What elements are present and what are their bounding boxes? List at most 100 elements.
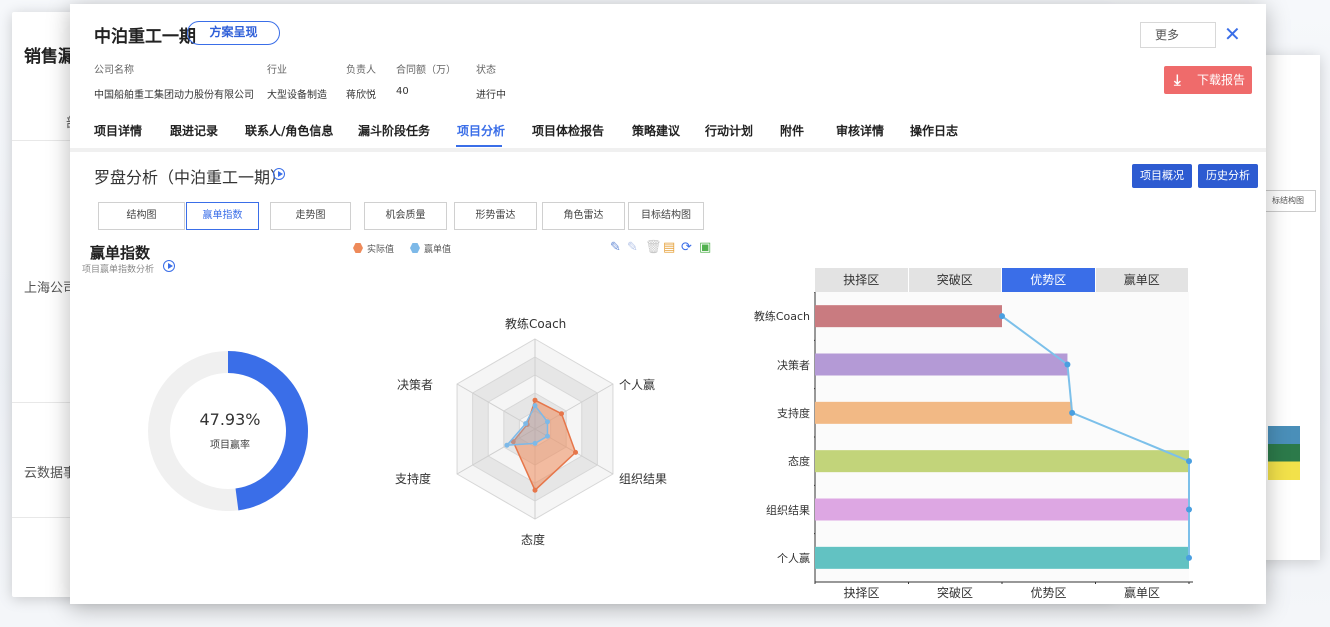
radar-axis-label: 态度 <box>521 533 546 547</box>
zone-header[interactable]: 抉择区 <box>815 268 908 292</box>
radar-point <box>532 440 538 446</box>
tab-project-detail[interactable]: 项目详情 <box>94 122 142 139</box>
bg-right-thumbnail <box>1268 426 1300 480</box>
info-value-status: 进行中 <box>476 90 506 101</box>
legend-win-label: 赢单值 <box>424 245 452 255</box>
download-label: 下载报告 <box>1197 73 1246 87</box>
tab-contacts[interactable]: 联系人/角色信息 <box>245 122 333 139</box>
tab-strategy[interactable]: 策略建议 <box>632 122 680 139</box>
legend-win[interactable]: 赢单值 <box>410 242 451 255</box>
bar-category-label: 态度 <box>788 455 810 469</box>
bg-divider <box>12 140 72 141</box>
win-rate-label: 项目赢率 <box>210 440 250 451</box>
subtab-structure[interactable]: 结构图 <box>98 202 185 230</box>
radar-point <box>532 403 538 409</box>
bar-category-label: 个人赢 <box>777 551 810 565</box>
info-value-contract: 40 <box>396 86 409 97</box>
zone-header[interactable]: 优势区 <box>1002 268 1095 292</box>
bar-2 <box>815 353 1068 376</box>
bar-5 <box>815 498 1189 521</box>
legend-actual-label: 实际值 <box>367 245 395 255</box>
donut-win-arc <box>227 351 308 511</box>
overview-button[interactable]: 项目概况 <box>1132 164 1192 188</box>
win-index-subtitle: 项目赢单指数分析 <box>82 265 155 275</box>
win-rate-value: 47.93% <box>199 410 261 429</box>
history-button[interactable]: 历史分析 <box>1198 164 1258 188</box>
eraser-icon[interactable]: ✎ <box>627 240 638 255</box>
bar-trend-point <box>1069 409 1076 416</box>
more-button[interactable]: 更多 <box>1140 22 1216 48</box>
bar-trend-point <box>1186 458 1192 465</box>
section-title: 罗盘分析（中泊重工一期） <box>94 168 287 187</box>
tab-active-indicator <box>456 145 502 147</box>
subtab-role-radar[interactable]: 角色雷达 <box>542 202 625 230</box>
bar-trend-point <box>1064 361 1071 368</box>
tab-follow-up[interactable]: 跟进记录 <box>170 122 218 139</box>
tab-project-analysis[interactable]: 项目分析 <box>457 122 505 139</box>
trash-icon[interactable]: 🗑 <box>645 240 662 255</box>
radar-point <box>573 449 579 455</box>
doc-icon[interactable]: ▤ <box>663 240 675 255</box>
radar-axis-label: 决策者 <box>397 378 434 392</box>
tab-bar: 项目详情 跟进记录 联系人/角色信息 漏斗阶段任务 项目分析 项目体检报告 策略… <box>70 108 1266 152</box>
download-report-button[interactable]: ⤓ 下载报告 <box>1164 66 1252 94</box>
subtab-situation-radar[interactable]: 形势雷达 <box>454 202 537 230</box>
play-icon[interactable] <box>273 168 285 180</box>
subtab-win-index[interactable]: 赢单指数 <box>186 202 259 230</box>
download-icon: ⤓ <box>1174 71 1181 89</box>
bar-category-label: 组织结果 <box>766 503 810 517</box>
radar-point <box>544 433 550 439</box>
subtab-opportunity[interactable]: 机会质量 <box>364 202 447 230</box>
radar-axis-label: 组织结果 <box>618 472 667 486</box>
info-value-company: 中国船舶重工集团动力股份有限公司 <box>94 90 254 101</box>
bar-trend-point <box>999 313 1005 320</box>
bg-divider <box>12 402 72 403</box>
close-icon[interactable]: ✕ <box>1224 21 1241 47</box>
bar-4 <box>815 450 1189 473</box>
bar-trend-point <box>1186 554 1192 561</box>
zone-axis-label: 突破区 <box>936 586 973 600</box>
bg-title: 销售漏 <box>24 47 75 67</box>
bg-divider <box>12 517 72 518</box>
tab-funnel-tasks[interactable]: 漏斗阶段任务 <box>358 122 430 139</box>
bar-trend-point <box>1186 506 1192 513</box>
bg-row-1: 上海公司 <box>24 281 77 296</box>
radar-point <box>532 487 538 493</box>
info-label-owner: 负责人 <box>346 65 376 76</box>
tab-attachments[interactable]: 附件 <box>780 122 804 139</box>
info-value-industry: 大型设备制造 <box>267 90 327 101</box>
project-modal: 中泊重工一期 方案呈现 更多 ✕ 公司名称 行业 负责人 合同额（万） 状态 中… <box>70 4 1266 604</box>
info-label-company: 公司名称 <box>94 65 134 76</box>
pen-icon[interactable]: ✎ <box>610 240 621 255</box>
zone-header[interactable]: 突破区 <box>908 268 1001 292</box>
info-label-status: 状态 <box>476 65 496 76</box>
tab-review[interactable]: 审核详情 <box>836 122 884 139</box>
info-value-owner: 蒋欣悦 <box>346 90 376 101</box>
bar-6 <box>815 546 1189 569</box>
bar-3 <box>815 401 1073 424</box>
zone-axis-label: 抉择区 <box>843 586 880 600</box>
info-label-industry: 行业 <box>267 65 287 76</box>
legend-actual[interactable]: 实际值 <box>353 242 394 255</box>
radar-axis-label: 支持度 <box>395 472 432 486</box>
refresh-icon[interactable]: ⟳ <box>681 240 692 255</box>
play-icon[interactable] <box>163 260 175 272</box>
bg-row-2: 云数据事 <box>24 466 77 481</box>
bar-category-label: 决策者 <box>777 358 810 372</box>
subtab-trend[interactable]: 走势图 <box>270 202 351 230</box>
save-icon[interactable]: ▣ <box>699 240 711 255</box>
win-rate-donut <box>148 351 308 511</box>
zone-axis-label: 赢单区 <box>1123 586 1160 600</box>
radar-point <box>523 421 529 427</box>
zone-axis-label: 优势区 <box>1030 586 1067 600</box>
subtab-target-structure[interactable]: 目标结构图 <box>628 202 704 230</box>
tab-logs[interactable]: 操作日志 <box>910 122 958 139</box>
zone-header[interactable]: 赢单区 <box>1095 268 1188 292</box>
tab-action-plan[interactable]: 行动计划 <box>705 122 753 139</box>
radar-point <box>532 397 538 403</box>
radar-chart <box>456 338 614 520</box>
bar-category-label: 支持度 <box>777 406 810 420</box>
tab-health-report[interactable]: 项目体检报告 <box>532 122 604 139</box>
radar-axis-label: 教练Coach <box>505 317 567 331</box>
stage-badge[interactable]: 方案呈现 <box>187 21 280 45</box>
